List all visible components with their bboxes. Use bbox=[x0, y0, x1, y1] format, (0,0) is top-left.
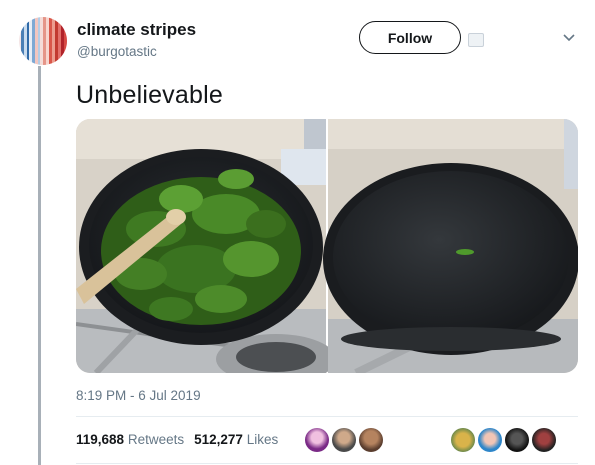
photo-spinach-full[interactable] bbox=[76, 119, 336, 373]
liker-avatar[interactable] bbox=[359, 428, 383, 452]
liker-avatar[interactable] bbox=[451, 428, 475, 452]
liker-avatars-group-1 bbox=[305, 428, 383, 452]
retweets-label: Retweets bbox=[127, 432, 185, 447]
liker-avatars-group-2 bbox=[451, 428, 556, 452]
liker-avatar[interactable] bbox=[478, 428, 502, 452]
divider bbox=[76, 416, 578, 417]
likes-label: Likes bbox=[246, 432, 279, 447]
user-handle[interactable]: @burgotastic bbox=[77, 44, 157, 59]
likes-count: 512,277 bbox=[194, 432, 243, 447]
display-name[interactable]: climate stripes bbox=[77, 20, 196, 40]
tweet-text: Unbelievable bbox=[76, 81, 223, 109]
liker-avatar[interactable] bbox=[305, 428, 329, 452]
liker-avatar[interactable] bbox=[532, 428, 556, 452]
engagement-stats: 119,688 Retweets 512,277 Likes bbox=[76, 432, 278, 447]
retweets-count: 119,688 bbox=[76, 432, 125, 447]
liker-avatar[interactable] bbox=[505, 428, 529, 452]
tweet-media[interactable] bbox=[76, 119, 578, 373]
tweet-timestamp[interactable]: 8:19 PM - 6 Jul 2019 bbox=[76, 388, 201, 403]
avatar[interactable] bbox=[19, 17, 67, 65]
placeholder-image-icon bbox=[468, 33, 484, 47]
chevron-down-icon[interactable] bbox=[562, 33, 576, 43]
retweets-stat[interactable]: 119,688 Retweets bbox=[76, 432, 184, 447]
divider bbox=[76, 463, 578, 464]
likes-stat[interactable]: 512,277 Likes bbox=[194, 432, 278, 447]
photo-spinach-cooked[interactable] bbox=[323, 119, 578, 373]
follow-button[interactable]: Follow bbox=[359, 21, 461, 54]
thread-line bbox=[38, 66, 41, 465]
liker-avatar[interactable] bbox=[332, 428, 356, 452]
